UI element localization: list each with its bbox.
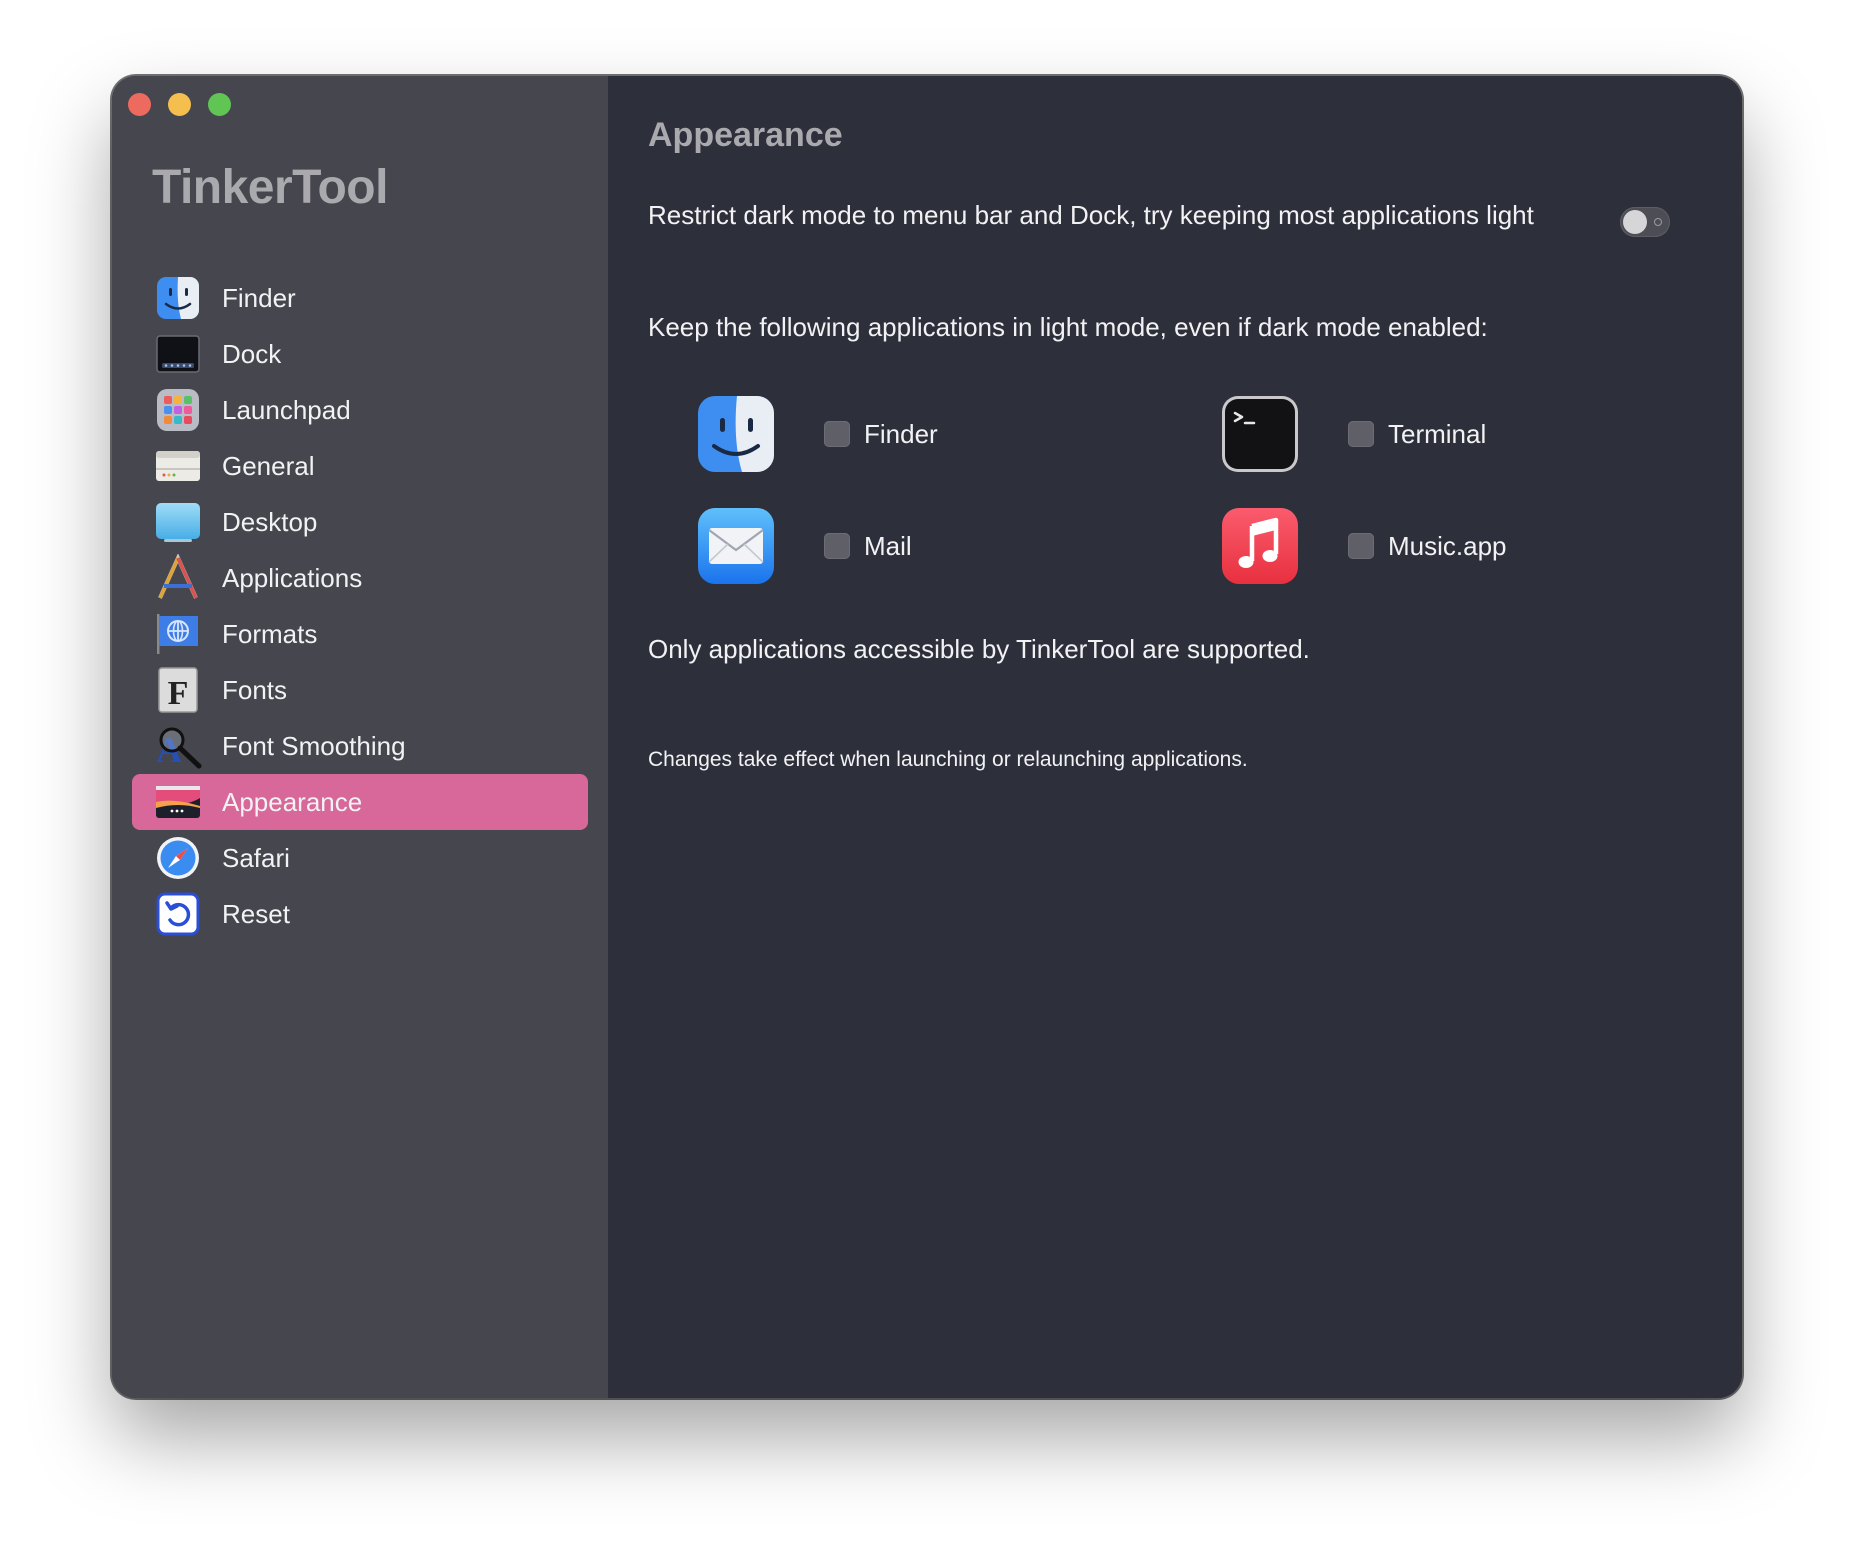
sidebar-item-label: Dock <box>222 338 282 369</box>
terminal-checkbox[interactable] <box>1348 421 1374 447</box>
sidebar-item-label: Fonts <box>222 674 288 705</box>
launchpad-icon <box>157 389 199 431</box>
app-row-terminal: Terminal <box>1220 394 1486 474</box>
terminal-icon <box>1222 396 1298 472</box>
sidebar-item-applications[interactable]: Applications <box>132 550 588 606</box>
sidebar-item-label: General <box>222 450 315 481</box>
sidebar-item-formats[interactable]: Formats <box>132 606 588 662</box>
sidebar-item-label: Finder <box>222 282 296 313</box>
formats-icon <box>157 614 198 654</box>
main-pane: Appearance Restrict dark mode to menu ba… <box>608 76 1742 1398</box>
sidebar-item-appearance[interactable]: Appearance <box>132 774 588 830</box>
sidebar-item-label: Appearance <box>222 786 363 817</box>
sidebar-nav: Finder Dock Launchpad General Desktop Ap… <box>132 270 588 942</box>
sidebar-item-reset[interactable]: Reset <box>132 886 588 942</box>
music-checkbox[interactable] <box>1348 533 1374 559</box>
sidebar-item-font-smoothing[interactable]: A Font Smoothing <box>132 718 588 774</box>
sidebar-item-desktop[interactable]: Desktop <box>132 494 588 550</box>
mail-icon <box>698 508 774 584</box>
changes-note: Changes take effect when launching or re… <box>648 748 1248 771</box>
sidebar-item-fonts[interactable]: F Fonts <box>132 662 588 718</box>
finder-checkbox[interactable] <box>824 421 850 447</box>
finder-icon <box>698 396 774 472</box>
page-title: Appearance <box>648 116 843 154</box>
desktop-icon <box>156 503 200 542</box>
app-row-music: Music.app <box>1220 506 1507 586</box>
sidebar-item-label: Reset <box>222 898 290 929</box>
sidebar-item-label: Launchpad <box>222 394 351 425</box>
app-name: Finder <box>864 418 938 449</box>
app-row-finder: Finder <box>696 394 938 474</box>
sidebar-item-general[interactable]: General <box>132 438 588 494</box>
sidebar-item-label: Formats <box>222 618 318 649</box>
safari-icon <box>157 837 199 879</box>
keep-light-mode-label: Keep the following applications in light… <box>648 312 1488 342</box>
sidebar-item-label: Safari <box>222 842 290 873</box>
app-name: Mail <box>864 530 912 561</box>
toggle-knob <box>1623 210 1647 234</box>
sidebar: TinkerTool Finder Dock Launchpad General… <box>112 76 608 1398</box>
app-window: TinkerTool Finder Dock Launchpad General… <box>112 76 1742 1398</box>
fonts-icon: F <box>158 667 198 713</box>
sidebar-item-dock[interactable]: Dock <box>132 326 588 382</box>
app-name: Terminal <box>1388 418 1487 449</box>
restrict-dark-mode-label: Restrict dark mode to menu bar and Dock,… <box>648 200 1534 230</box>
restrict-dark-mode-toggle[interactable] <box>1620 207 1670 237</box>
app-title: TinkerTool <box>152 161 388 214</box>
appearance-icon <box>156 786 200 818</box>
sidebar-item-safari[interactable]: Safari <box>132 830 588 886</box>
sidebar-item-label: Desktop <box>222 506 318 537</box>
finder-icon <box>157 277 199 319</box>
reset-icon <box>156 892 200 936</box>
close-window-button[interactable] <box>128 93 151 116</box>
light-mode-app-list: Finder Terminal Mail Music.app <box>696 394 1596 594</box>
sidebar-item-label: Applications <box>222 562 363 593</box>
mail-checkbox[interactable] <box>824 533 850 559</box>
minimize-window-button[interactable] <box>168 93 191 116</box>
general-icon <box>156 451 200 481</box>
zoom-window-button[interactable] <box>208 93 231 116</box>
music-icon <box>1222 508 1298 584</box>
applications-icon <box>158 554 198 599</box>
window-controls <box>128 93 231 116</box>
font-smoothing-icon: A <box>156 727 202 770</box>
dock-icon <box>156 335 200 373</box>
toggle-off-indicator-icon <box>1654 218 1662 226</box>
svg-text:F: F <box>168 675 189 712</box>
app-row-mail: Mail <box>696 506 912 586</box>
sidebar-item-finder[interactable]: Finder <box>132 270 588 326</box>
sidebar-item-label: Font Smoothing <box>222 730 406 761</box>
support-note: Only applications accessible by TinkerTo… <box>648 634 1310 664</box>
sidebar-item-launchpad[interactable]: Launchpad <box>132 382 588 438</box>
app-name: Music.app <box>1388 530 1507 561</box>
